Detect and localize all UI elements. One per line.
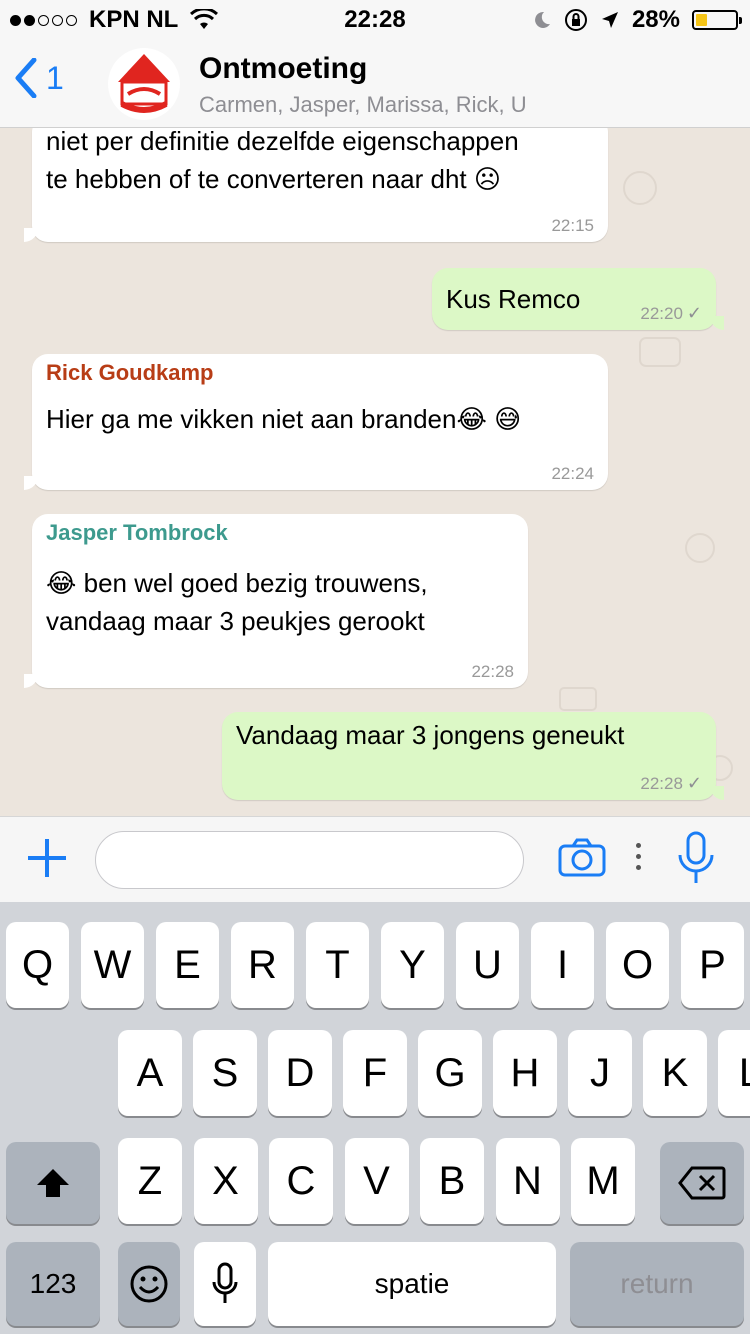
attach-plus-button[interactable]: [26, 837, 68, 879]
battery-fill: [696, 14, 707, 26]
message-time: 22:20 ✓: [640, 303, 702, 324]
key-w[interactable]: W: [81, 922, 144, 1008]
message-sender[interactable]: Rick Goudkamp: [46, 360, 594, 386]
key-y[interactable]: Y: [381, 922, 444, 1008]
key-s[interactable]: S: [193, 1030, 257, 1116]
key-n[interactable]: N: [495, 1138, 560, 1224]
message-bubble-outgoing[interactable]: Vandaag maar 3 jongens geneukt 22:28 ✓: [222, 712, 724, 800]
message-timestamp: 22:28: [640, 773, 683, 793]
camera-button[interactable]: [558, 837, 606, 882]
voice-record-button[interactable]: [676, 831, 716, 892]
key-f[interactable]: F: [343, 1030, 407, 1116]
message-timestamp: 22:15: [551, 216, 594, 235]
key-i[interactable]: I: [531, 922, 594, 1008]
message-bubble-incoming[interactable]: Rick Goudkamp Hier ga me vikken niet aan…: [24, 354, 608, 490]
shift-key[interactable]: [6, 1142, 100, 1224]
key-a[interactable]: A: [118, 1030, 182, 1116]
shift-icon: [37, 1169, 69, 1197]
message-sender[interactable]: Jasper Tombrock: [46, 520, 514, 546]
message-list[interactable]: niet per definitie dezelfde eigenschappe…: [0, 128, 750, 816]
back-button[interactable]: 1: [14, 58, 64, 98]
key-g[interactable]: G: [418, 1030, 482, 1116]
key-x[interactable]: X: [193, 1138, 258, 1224]
key-l[interactable]: L: [718, 1030, 750, 1116]
message-text-line: 😂 ben wel goed bezig trouwens,: [46, 568, 428, 598]
smiley-icon: [130, 1265, 168, 1303]
message-timestamp: 22:24: [551, 464, 594, 483]
key-d[interactable]: D: [268, 1030, 332, 1116]
return-key[interactable]: return: [570, 1242, 744, 1326]
key-v[interactable]: V: [344, 1138, 409, 1224]
composer-bar: [0, 816, 750, 902]
message-input[interactable]: [95, 831, 524, 889]
message-text-line: te hebben of te converteren naar dht ☹: [46, 164, 501, 194]
unread-count: 1: [46, 59, 64, 96]
key-e[interactable]: E: [156, 922, 219, 1008]
battery-icon: [692, 10, 742, 30]
message-text: Vandaag maar 3 jongens geneukt: [236, 720, 625, 750]
message-text-line: niet per definitie dezelfde eigenschappe…: [46, 128, 519, 156]
group-avatar[interactable]: [108, 48, 180, 120]
more-options-button[interactable]: [636, 843, 641, 870]
message-timestamp: 22:20: [640, 303, 683, 323]
message-time: 22:15: [551, 216, 594, 236]
key-j[interactable]: J: [568, 1030, 632, 1116]
message-time: 22:24: [551, 464, 594, 484]
chat-header: 1 Ontmoeting Carmen, Jasper, Marissa, Ri…: [0, 40, 750, 128]
chat-participants[interactable]: Carmen, Jasper, Marissa, Rick, U: [199, 92, 579, 118]
key-b[interactable]: B: [420, 1138, 484, 1224]
key-m[interactable]: M: [571, 1138, 635, 1224]
dictation-key[interactable]: [194, 1242, 256, 1326]
onscreen-keyboard: 123 spatie return QWERTYUIOP ASDFGHJKL ZXC…: [0, 902, 750, 1334]
microphone-icon: [212, 1262, 238, 1303]
microphone-icon: [678, 831, 714, 883]
key-t[interactable]: T: [306, 922, 369, 1008]
backspace-icon: [678, 1166, 726, 1200]
message-bubble-incoming[interactable]: niet per definitie dezelfde eigenschappe…: [24, 128, 608, 242]
message-bubble-incoming[interactable]: Jasper Tombrock 😂 ben wel goed bezig tro…: [24, 514, 528, 688]
key-q[interactable]: Q: [6, 922, 69, 1008]
rotation-lock-icon: [564, 9, 587, 31]
message-time: 22:28: [471, 662, 514, 682]
numbers-key[interactable]: 123: [6, 1242, 100, 1326]
status-bar: KPN NL 22:28 28%: [0, 0, 750, 40]
check-icon: ✓: [686, 773, 702, 793]
key-z[interactable]: Z: [118, 1138, 182, 1224]
check-icon: ✓: [686, 303, 702, 323]
key-o[interactable]: O: [606, 922, 669, 1008]
moon-icon: [535, 11, 550, 28]
message-time: 22:28 ✓: [640, 773, 702, 794]
message-timestamp: 22:28: [471, 662, 514, 681]
emoji-key[interactable]: [118, 1242, 180, 1326]
key-k[interactable]: K: [643, 1030, 707, 1116]
chevron-left-icon: [15, 58, 37, 98]
key-h[interactable]: H: [493, 1030, 557, 1116]
space-key[interactable]: spatie: [268, 1242, 556, 1326]
message-text: Hier ga me vikken niet aan branden😂 😅: [46, 404, 522, 434]
backspace-key[interactable]: [660, 1142, 744, 1224]
key-p[interactable]: P: [681, 922, 744, 1008]
status-right: 28%: [532, 6, 742, 34]
message-bubble-outgoing[interactable]: Kus Remco 22:20 ✓: [432, 268, 724, 330]
group-logo-icon: [118, 54, 170, 113]
chat-title[interactable]: Ontmoeting: [199, 52, 367, 86]
key-u[interactable]: U: [456, 922, 519, 1008]
battery-percent: 28%: [631, 6, 680, 33]
message-text-line: vandaag maar 3 peukjes gerookt: [46, 606, 425, 636]
location-arrow-icon: [601, 12, 618, 28]
key-r[interactable]: R: [231, 922, 294, 1008]
camera-icon: [558, 838, 606, 877]
key-c[interactable]: C: [269, 1138, 333, 1224]
